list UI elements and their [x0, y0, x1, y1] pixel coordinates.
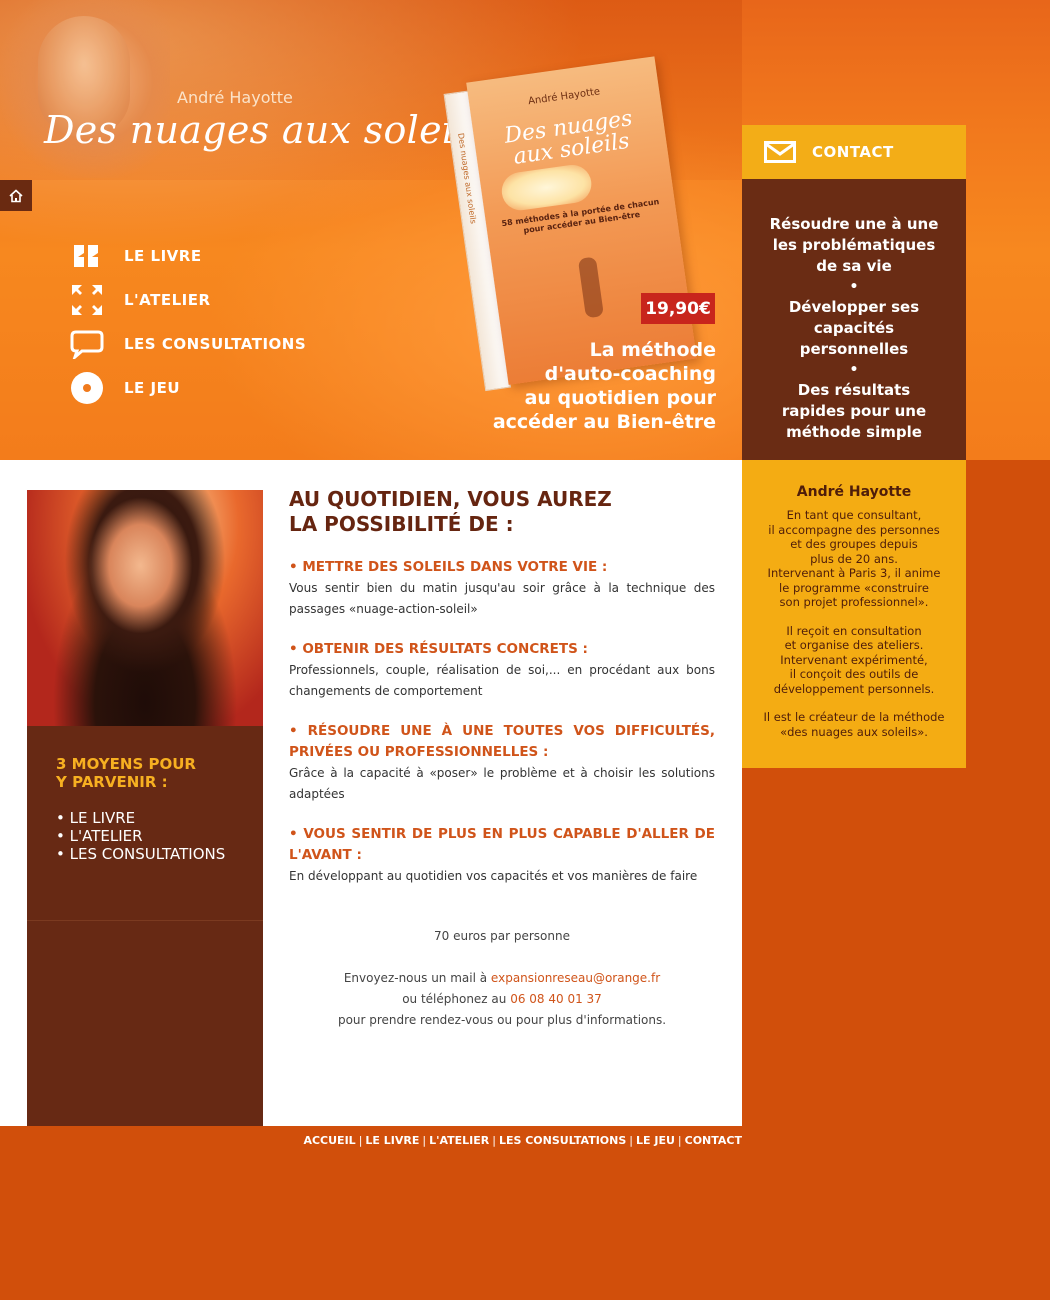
- section-item: • METTRE DES SOLEILS DANS VOTRE VIE : Vo…: [289, 557, 715, 620]
- list-item[interactable]: • LES CONSULTATIONS: [56, 845, 225, 863]
- author-bio-paragraph: En tant que consultant, il accompagne de…: [767, 508, 941, 609]
- book-figure: [577, 256, 604, 319]
- section-body: Professionnels, couple, réalisation de s…: [289, 663, 715, 698]
- phone-prefix: ou téléphonez au: [402, 992, 511, 1006]
- benefit-sections: • METTRE DES SOLEILS DANS VOTRE VIE : Vo…: [289, 557, 715, 906]
- benefit-2: Développer ses capacités personnelles: [788, 298, 920, 358]
- contact-info: 70 euros par personne Envoyez-nous un ma…: [289, 926, 715, 1031]
- main-heading-line2: LA POSSIBILITÉ DE :: [289, 512, 514, 536]
- quote-icon: [70, 239, 104, 273]
- nav-item-livre[interactable]: LE LIVRE: [70, 234, 306, 278]
- header-author-name: André Hayotte: [177, 88, 293, 107]
- section-title: • VOUS SENTIR DE PLUS EN PLUS CAPABLE D'…: [289, 826, 715, 863]
- nav-item-atelier[interactable]: L'ATELIER: [70, 278, 306, 322]
- main-nav: LE LIVRE L'ATELIER LES CONSULTATIONS LE …: [70, 234, 306, 410]
- tagline-line3: au quotidien pour: [524, 387, 716, 409]
- nav-item-consultations[interactable]: LES CONSULTATIONS: [70, 322, 306, 366]
- footer-separator: |: [358, 1134, 363, 1147]
- section-item: • OBTENIR DES RÉSULTATS CONCRETS : Profe…: [289, 639, 715, 702]
- section-item: • RÉSOUDRE UNE À UNE TOUTES VOS DIFFICUL…: [289, 721, 715, 805]
- section-title: • OBTENIR DES RÉSULTATS CONCRETS :: [289, 641, 588, 657]
- benefit-separator: •: [849, 279, 859, 295]
- contact-label: CONTACT: [812, 143, 894, 161]
- section-body: Grâce à la capacité à «poser» le problèm…: [289, 766, 715, 801]
- author-bio-panel: André Hayotte En tant que consultant, il…: [742, 460, 966, 768]
- benefits-panel: Résoudre une à une les problématiques de…: [742, 179, 966, 460]
- main-heading: AU QUOTIDIEN, VOUS AUREZ LA POSSIBILITÉ …: [289, 487, 709, 537]
- nav-item-jeu[interactable]: LE JEU: [70, 366, 306, 410]
- three-ways-list: • LE LIVRE • L'ATELIER • LES CONSULTATIO…: [56, 809, 225, 863]
- author-bio-paragraph: Il est le créateur de la méthode «des nu…: [763, 710, 945, 739]
- header-tagline: La méthode d'auto-coaching au quotidien …: [470, 338, 716, 434]
- three-ways-heading-line1: 3 MOYENS POUR: [56, 755, 196, 773]
- divider: [27, 920, 263, 921]
- email-link[interactable]: expansionreseau@orange.fr: [491, 971, 660, 985]
- mail-line: Envoyez-nous un mail à expansionreseau@o…: [289, 968, 715, 989]
- footer-link-consultations[interactable]: LES CONSULTATIONS: [499, 1134, 626, 1147]
- contact-button[interactable]: CONTACT: [742, 125, 966, 179]
- main-heading-line1: AU QUOTIDIEN, VOUS AUREZ: [289, 487, 612, 511]
- list-item[interactable]: • L'ATELIER: [56, 827, 225, 845]
- footer-nav: ACCUEIL | LE LIVRE | L'ATELIER | LES CONSULTAT…: [303, 1134, 742, 1147]
- three-ways-heading: 3 MOYENS POUR Y PARVENIR :: [56, 755, 225, 791]
- speech-bubble-icon: [70, 327, 104, 361]
- footer-link-accueil[interactable]: ACCUEIL: [303, 1134, 355, 1147]
- list-item[interactable]: • LE LIVRE: [56, 809, 225, 827]
- price-tag: 19,90€: [641, 293, 715, 324]
- book-title: Des nuages aux soleils: [483, 105, 657, 172]
- footer-separator: |: [629, 1134, 633, 1147]
- nav-label-jeu: LE JEU: [124, 379, 181, 397]
- expand-arrows-icon: [70, 283, 104, 317]
- author-bio-name: André Hayotte: [796, 484, 912, 500]
- benefit-3: Des résultats rapides pour une méthode s…: [781, 381, 927, 441]
- footer-link-contact[interactable]: CONTACT: [685, 1134, 742, 1147]
- footer-link-jeu[interactable]: LE JEU: [636, 1134, 675, 1147]
- footer-separator: |: [422, 1134, 427, 1147]
- footer-link-atelier[interactable]: L'ATELIER: [429, 1134, 489, 1147]
- three-ways-box: 3 MOYENS POUR Y PARVENIR : • LE LIVRE • …: [56, 755, 225, 863]
- nav-label-consultations: LES CONSULTATIONS: [124, 335, 307, 353]
- section-title: • RÉSOUDRE UNE À UNE TOUTES VOS DIFFICUL…: [289, 723, 715, 760]
- price-per-person: 70 euros par personne: [434, 929, 570, 943]
- nav-label-atelier: L'ATELIER: [124, 291, 211, 309]
- site-title[interactable]: Des nuages aux soleils: [44, 108, 487, 152]
- envelope-icon: [764, 141, 796, 163]
- laughing-woman-photo: [27, 490, 263, 726]
- tagline-line2: d'auto-coaching: [544, 363, 716, 385]
- author-bio-paragraph: Il reçoit en consultation et organise de…: [773, 623, 935, 696]
- section-body: En développant au quotidien vos capacité…: [289, 869, 698, 883]
- book-cloud: [499, 162, 594, 213]
- section-title: • METTRE DES SOLEILS DANS VOTRE VIE :: [289, 559, 608, 575]
- home-button[interactable]: [0, 180, 32, 211]
- phone-line: ou téléphonez au 06 08 40 01 37: [289, 989, 715, 1010]
- section-body: Vous sentir bien du matin jusqu'au soir …: [289, 581, 715, 616]
- footer-link-livre[interactable]: LE LIVRE: [365, 1134, 419, 1147]
- section-item: • VOUS SENTIR DE PLUS EN PLUS CAPABLE D'…: [289, 824, 715, 887]
- tagline-line1: La méthode: [589, 339, 716, 361]
- phone-link[interactable]: 06 08 40 01 37: [510, 992, 602, 1006]
- tagline-line4: accéder au Bien-être: [492, 411, 716, 433]
- home-icon: [9, 188, 23, 202]
- three-ways-heading-line2: Y PARVENIR :: [56, 773, 168, 791]
- footer-separator: |: [492, 1134, 496, 1147]
- mail-prefix: Envoyez-nous un mail à: [343, 971, 491, 985]
- benefit-separator: •: [849, 362, 859, 378]
- disc-icon: [70, 371, 104, 405]
- footer-separator: |: [677, 1134, 682, 1147]
- closing-text: pour prendre rendez-vous ou pour plus d'…: [337, 1013, 667, 1027]
- benefit-1: Résoudre une à une les problématiques de…: [769, 215, 939, 275]
- nav-label-livre: LE LIVRE: [124, 247, 202, 265]
